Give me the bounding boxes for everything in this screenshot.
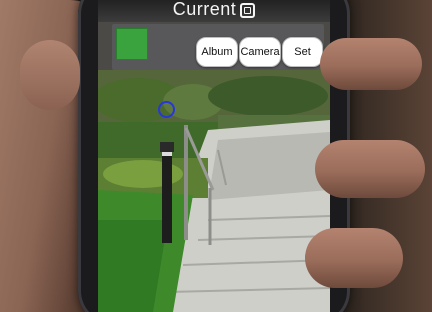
app-logo-icon [240,2,256,18]
album-button[interactable]: Album [196,37,238,67]
finger [320,38,422,90]
camera-preview[interactable] [98,70,330,312]
thumb [20,40,80,110]
color-picker-crosshair-icon[interactable] [158,101,175,118]
set-button[interactable]: Set [282,37,323,67]
finger [305,228,403,288]
app-title: Current [172,0,237,19]
selected-color-swatch[interactable] [116,28,148,60]
finger [315,140,425,198]
app-title-bar: Current [98,0,330,22]
preview-scene-graphic [98,70,330,312]
phone-screen: Current Album Camera Set [98,0,330,312]
toolbar: Album Camera Set [112,24,324,70]
camera-button[interactable]: Camera [239,37,281,67]
photo-scene: Current Album Camera Set [0,0,432,312]
